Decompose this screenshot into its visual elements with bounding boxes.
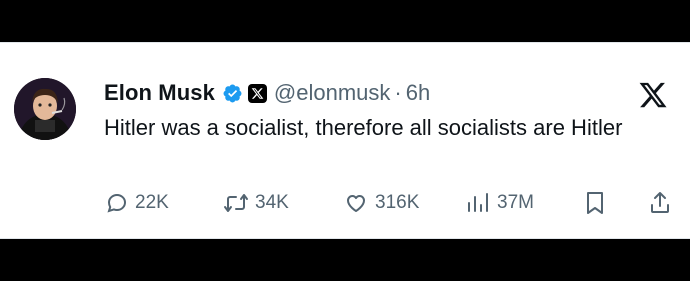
like-count: 316K xyxy=(375,192,420,213)
verified-check-icon[interactable] xyxy=(222,83,243,104)
share-icon xyxy=(651,192,669,213)
bookmark-icon xyxy=(587,192,603,214)
x-affiliate-badge-icon[interactable] xyxy=(247,83,267,103)
avatar-image xyxy=(14,78,76,140)
views-button[interactable]: 37M xyxy=(465,186,534,220)
avatar[interactable] xyxy=(14,78,76,140)
share-button[interactable] xyxy=(648,186,672,220)
bookmark-button[interactable] xyxy=(583,186,607,220)
repost-icon xyxy=(224,194,248,212)
views-chart-icon xyxy=(468,193,488,212)
action-bar: 22K 34K 316K 37M xyxy=(0,186,690,220)
reply-button[interactable]: 22K xyxy=(105,186,169,220)
x-logo-icon xyxy=(637,80,669,110)
tweet-header: Elon Musk @elonmusk · 6h xyxy=(104,78,430,108)
repost-button[interactable]: 34K xyxy=(223,186,289,220)
reply-count: 22K xyxy=(135,192,169,213)
author-name[interactable]: Elon Musk xyxy=(104,80,215,106)
header-separator: · xyxy=(394,80,402,105)
repost-count: 34K xyxy=(255,192,289,213)
heart-icon xyxy=(347,195,365,212)
timestamp[interactable]: 6h xyxy=(406,80,430,106)
tweet-text: Hitler was a socialist, therefore all so… xyxy=(104,115,623,140)
views-count: 37M xyxy=(497,192,534,213)
reply-icon xyxy=(107,193,127,213)
author-handle[interactable]: @elonmusk xyxy=(274,80,391,106)
like-button[interactable]: 316K xyxy=(343,186,419,220)
